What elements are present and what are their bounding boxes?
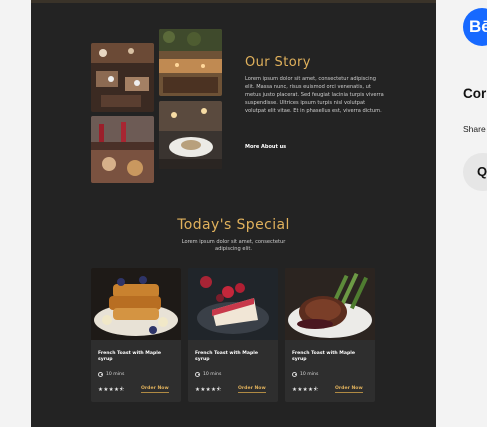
story-title: Our Story [245, 55, 311, 70]
card-title: French Toast with Maple syrup [195, 351, 258, 362]
rating-stars: ★★★★⯪ [195, 387, 222, 393]
card-title: French Toast with Maple syrup [292, 351, 355, 362]
card-time: 10 mins [98, 372, 124, 377]
steak-image [285, 268, 375, 340]
clock-icon [292, 372, 297, 377]
menu-card[interactable]: French Toast with Maple syrup 10 mins ★★… [285, 268, 375, 402]
restaurant-interior-image [91, 43, 154, 112]
plated-dish-image [159, 101, 222, 169]
story-body-text: Lorem ipsum dolor sit amet, consectetur … [245, 76, 384, 114]
card-time-label: 10 mins [300, 372, 319, 377]
french-toast-image [91, 268, 181, 340]
order-now-button[interactable]: Order Now [335, 386, 363, 393]
order-now-button[interactable]: Order Now [238, 386, 266, 393]
card-time: 10 mins [195, 372, 221, 377]
card-time-label: 10 mins [106, 372, 125, 377]
more-about-us-link[interactable]: More About us [245, 144, 286, 150]
card-time-label: 10 mins [203, 372, 222, 377]
menu-card[interactable]: French Toast with Maple syrup 10 mins ★★… [188, 268, 278, 402]
design-preview-panel: Our Story Lorem ipsum dolor sit amet, co… [31, 0, 436, 427]
restaurant-bar-image [159, 29, 222, 96]
clock-icon [195, 372, 200, 377]
project-title: Cor [463, 86, 487, 101]
clock-icon [98, 372, 103, 377]
card-title: French Toast with Maple syrup [98, 351, 161, 362]
rating-stars: ★★★★⯪ [98, 387, 125, 393]
cheesecake-image [188, 268, 278, 340]
todays-special-title: Today's Special [177, 217, 290, 233]
dining-friends-image [91, 116, 154, 183]
order-now-button[interactable]: Order Now [141, 386, 169, 393]
top-strip [31, 0, 436, 3]
todays-special-subtitle: Lorem ipsum dolor sit amet, consectetur … [181, 239, 286, 253]
menu-card[interactable]: French Toast with Maple syrup 10 mins ★★… [91, 268, 181, 402]
rating-stars: ★★★★⯪ [292, 387, 319, 393]
share-label[interactable]: Share [463, 124, 486, 134]
card-time: 10 mins [292, 372, 318, 377]
